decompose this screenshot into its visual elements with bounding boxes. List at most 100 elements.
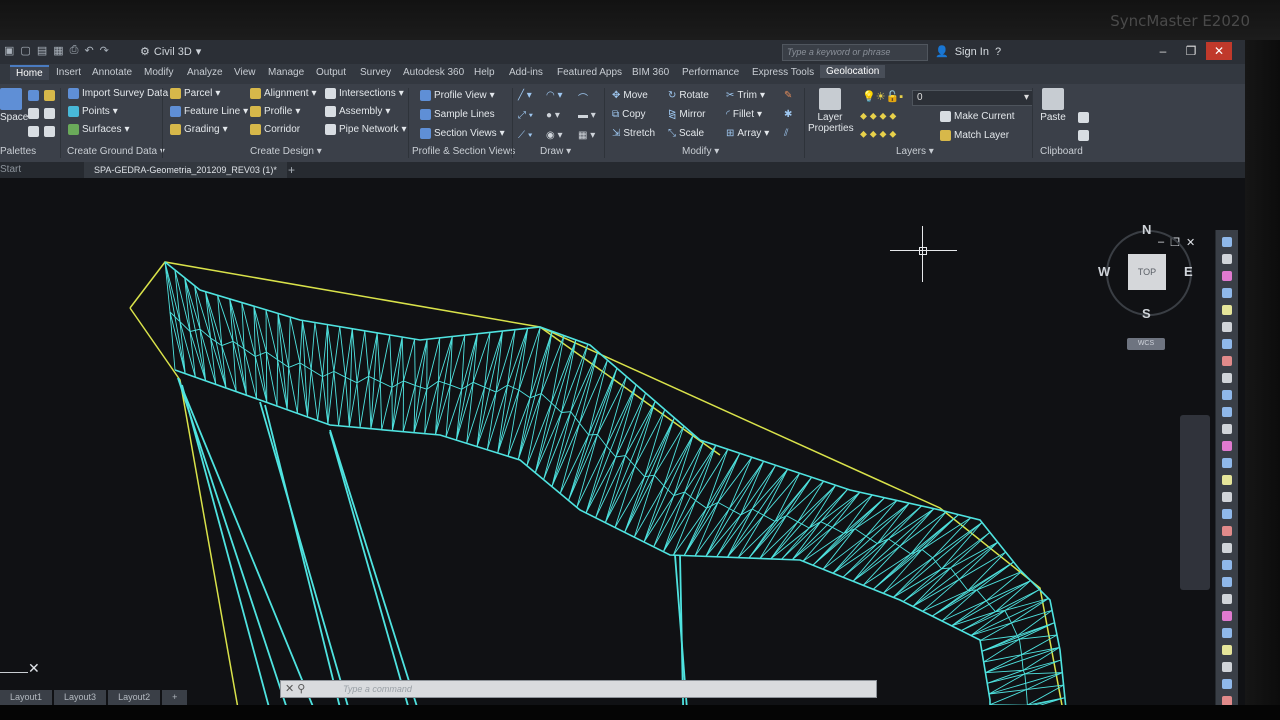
save-icon[interactable]: ▦ [53,44,63,57]
import-survey-data-button[interactable]: Import Survey Data [68,88,168,99]
offset-tool[interactable]: ⫽ [784,128,788,139]
toolbar-tool-icon[interactable] [1222,492,1232,502]
tab-output[interactable]: Output [316,67,346,78]
move-button[interactable]: ✥ Move [612,90,648,101]
redo-icon[interactable]: ↷ [100,44,109,57]
corridor-button[interactable]: Corridor [250,124,300,135]
line-tool[interactable]: ╱ ▾ [518,90,532,101]
workspace-switcher[interactable]: ⚙ Civil 3D ▾ [140,45,201,59]
profile-view-button[interactable]: Profile View ▾ [420,90,495,101]
new-icon[interactable]: ▢ [20,44,30,57]
ellipse-tool[interactable]: ◉ ▾ [546,130,563,141]
stretch-button[interactable]: ⇲ Stretch [612,128,655,139]
toolbar-tool-icon[interactable] [1222,356,1232,366]
search-input[interactable]: Type a keyword or phrase [782,44,928,61]
layout-tab[interactable]: Layout1 [0,690,53,705]
tab-express-tools[interactable]: Express Tools [752,67,814,78]
palette-icon[interactable] [28,126,39,137]
toolbar-tool-icon[interactable] [1222,288,1232,298]
toolbar-tool-icon[interactable] [1222,441,1232,451]
toolbar-tool-icon[interactable] [1222,560,1232,570]
toolspace-button[interactable]: Space [0,88,28,123]
app-menu-icon[interactable]: ▣ [4,44,14,57]
layer-tools-row1[interactable]: ⬥ ⬥ ⬥ ⬥ [860,111,896,122]
hatch-tool[interactable]: ▦ ▾ [578,130,595,141]
spline-tool[interactable]: ⟋ ▾ [518,130,533,141]
toolbar-tool-icon[interactable] [1222,509,1232,519]
create-design-label[interactable]: Create Design ▾ [250,146,322,157]
compass-west[interactable]: W [1098,264,1110,279]
construction-line-tool[interactable]: ⤢ ▾ [518,110,533,121]
modify-panel-label[interactable]: Modify ▾ [682,146,719,157]
layer-properties-button[interactable]: Layer Properties [808,88,854,134]
surfaces-button[interactable]: Surfaces ▾ [68,124,130,135]
cut-icon[interactable] [1078,130,1089,141]
new-tab-button[interactable]: + [288,163,295,177]
close-button[interactable]: ✕ [1206,42,1232,60]
viewcube-top-face[interactable]: TOP [1128,254,1166,290]
palette-icon[interactable] [28,90,39,101]
add-layout-button[interactable]: + [162,690,188,705]
arc-tool[interactable]: ◠ ▾ [546,90,563,101]
circle-tool[interactable]: ● ▾ [546,110,560,121]
toolbar-tool-icon[interactable] [1222,662,1232,672]
rotate-button[interactable]: ↻ Rotate [668,90,709,101]
copy-clip-icon[interactable] [1078,112,1089,123]
palette-icon[interactable] [44,126,55,137]
rectangle-tool[interactable]: ▬ ▾ [578,110,596,121]
toolbar-tool-icon[interactable] [1222,475,1232,485]
tab-annotate[interactable]: Annotate [92,67,132,78]
layer-dropdown[interactable]: 0 ▾ [912,90,1033,106]
toolbar-tool-icon[interactable] [1222,390,1232,400]
tab-geolocation[interactable]: Geolocation [820,65,886,78]
sample-lines-button[interactable]: Sample Lines [420,109,495,120]
tab-view[interactable]: View [234,67,256,78]
tab-help[interactable]: Help [474,67,495,78]
command-line[interactable]: ✕ ⚲ Type a command [280,680,877,698]
toolbar-tool-icon[interactable] [1222,271,1232,281]
navigation-bar[interactable] [1180,415,1210,590]
palettes-panel-label[interactable]: Palettes [0,146,36,157]
array-button[interactable]: ⊞ Array ▾ [726,128,769,139]
viewcube[interactable]: TOP N S E W [1098,218,1198,321]
create-ground-data-label[interactable]: Create Ground Data ▾ [67,146,165,157]
toolbar-tool-icon[interactable] [1222,628,1232,638]
tab-analyze[interactable]: Analyze [187,67,223,78]
palette-icon[interactable] [28,108,39,119]
tab-survey[interactable]: Survey [360,67,391,78]
wcs-menu[interactable]: WCS [1127,338,1165,350]
match-layer-button[interactable]: Match Layer [940,130,1009,141]
section-views-button[interactable]: Section Views ▾ [420,128,505,139]
toolbar-tool-icon[interactable] [1222,305,1232,315]
layers-panel-label[interactable]: Layers ▾ [896,146,934,157]
compass-south[interactable]: S [1142,306,1151,321]
active-drawing-tab[interactable]: SPA-GEDRA-Geometria_201209_REV03 (1)* [84,162,287,178]
toolbar-tool-icon[interactable] [1222,424,1232,434]
tab-manage[interactable]: Manage [268,67,304,78]
intersections-button[interactable]: Intersections ▾ [325,88,404,99]
copy-button[interactable]: ⧉ Copy [612,109,646,120]
explode-tool[interactable]: ✱ [784,109,792,120]
compass-east[interactable]: E [1184,264,1193,279]
toolbar-tool-icon[interactable] [1222,407,1232,417]
points-button[interactable]: Points ▾ [68,106,118,117]
tab-featured-apps[interactable]: Featured Apps [557,67,622,78]
open-icon[interactable]: ▤ [37,44,47,57]
erase-tool[interactable]: ✎ [784,90,792,101]
draw-panel-label[interactable]: Draw ▾ [540,146,571,157]
polyline-tool[interactable]: ⌒ [578,90,588,105]
toolbar-tool-icon[interactable] [1222,526,1232,536]
layer-state-icons[interactable]: 💡☀🔓▪ [862,90,903,103]
profile-button[interactable]: Profile ▾ [250,106,300,117]
tab-addins[interactable]: Add-ins [509,67,543,78]
mirror-button[interactable]: ⧎ Mirror [668,109,706,120]
command-close-icon[interactable]: ✕ ⚲ [285,681,305,697]
tab-insert[interactable]: Insert [56,67,81,78]
parcel-button[interactable]: Parcel ▾ [170,88,220,99]
trim-button[interactable]: ✂ Trim ▾ [726,90,765,101]
plot-icon[interactable]: ⎙ [70,44,79,57]
make-current-button[interactable]: Make Current [940,111,1015,122]
feature-line-button[interactable]: Feature Line ▾ [170,106,248,117]
help-icon[interactable]: ? [995,46,1001,58]
palette-icon[interactable] [44,108,55,119]
